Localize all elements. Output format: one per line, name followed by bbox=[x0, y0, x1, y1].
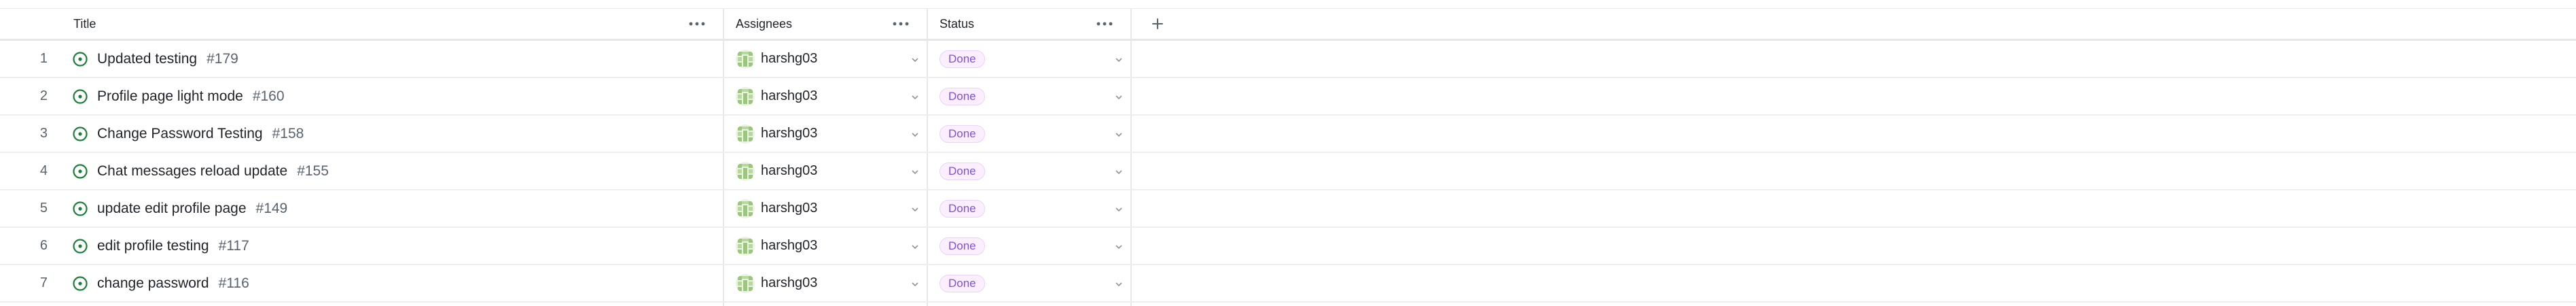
assignee-dropdown-chevron-down-icon[interactable] bbox=[910, 242, 920, 250]
issue-title-link[interactable]: edit profile testing #117 bbox=[97, 228, 249, 264]
avatar[interactable] bbox=[736, 274, 755, 293]
assignee-dropdown-chevron-down-icon[interactable] bbox=[910, 92, 920, 101]
issue-open-icon bbox=[72, 88, 88, 105]
status-badge: Done bbox=[940, 50, 985, 68]
row-number: 4 bbox=[39, 163, 48, 178]
issue-open-icon bbox=[72, 201, 88, 217]
status-dropdown-chevron-down-icon[interactable] bbox=[1114, 92, 1124, 101]
assignee-name: harshg03 bbox=[761, 201, 818, 216]
issue-title: change password bbox=[97, 275, 209, 291]
column-title-label: Title bbox=[73, 16, 96, 31]
row-number: 2 bbox=[39, 88, 48, 103]
table-row[interactable]: 4 Chat messages reload update #155 harsh… bbox=[0, 153, 2576, 190]
row-number: 5 bbox=[39, 201, 48, 216]
issue-open-icon bbox=[72, 238, 88, 254]
issue-open-icon bbox=[72, 163, 88, 180]
column-status-label: Status bbox=[940, 16, 975, 31]
issue-number: #117 bbox=[218, 237, 249, 254]
issue-title: Change Password Testing bbox=[97, 125, 263, 141]
issue-title: Chat messages reload update bbox=[97, 163, 288, 179]
assignee-name: harshg03 bbox=[761, 163, 818, 178]
project-table: Title Assignees Status 1 Updated testing… bbox=[0, 0, 2576, 306]
issue-number: #116 bbox=[218, 275, 249, 291]
status-badge: Done bbox=[940, 275, 985, 292]
status-dropdown-chevron-down-icon[interactable] bbox=[1114, 130, 1124, 138]
table-row[interactable]: 6 edit profile testing #117 harshg03 Don… bbox=[0, 228, 2576, 265]
issue-title-link[interactable]: change password #116 bbox=[97, 265, 249, 301]
row-number: 1 bbox=[39, 51, 48, 66]
row-number: 6 bbox=[39, 238, 48, 253]
status-badge: Done bbox=[940, 125, 985, 143]
row-number: 3 bbox=[39, 126, 48, 141]
issue-title-link[interactable]: update edit profile page #149 bbox=[97, 190, 287, 226]
assignee-name: harshg03 bbox=[761, 238, 818, 253]
assignee-name: harshg03 bbox=[761, 126, 818, 141]
column-header-status[interactable]: Status bbox=[940, 9, 974, 39]
issue-title-link[interactable]: Change Password Testing #158 bbox=[97, 116, 304, 152]
issue-title-link[interactable]: Updated testing #179 bbox=[97, 41, 238, 77]
issue-number: #179 bbox=[207, 50, 238, 67]
issue-title-link[interactable]: Chat messages reload update #155 bbox=[97, 153, 329, 189]
status-badge: Done bbox=[940, 200, 985, 218]
issue-title: edit profile testing bbox=[97, 237, 209, 254]
status-dropdown-chevron-down-icon[interactable] bbox=[1114, 55, 1124, 63]
assignee-name: harshg03 bbox=[761, 88, 818, 103]
column-assignees-label: Assignees bbox=[736, 16, 793, 31]
status-dropdown-chevron-down-icon[interactable] bbox=[1114, 167, 1124, 175]
issue-open-icon bbox=[72, 275, 88, 292]
assignee-dropdown-chevron-down-icon[interactable] bbox=[910, 130, 920, 138]
assignee-name: harshg03 bbox=[761, 275, 818, 290]
status-dropdown-chevron-down-icon[interactable] bbox=[1114, 279, 1124, 288]
issue-number: #158 bbox=[272, 125, 304, 141]
column-header-assignees[interactable]: Assignees bbox=[736, 9, 792, 39]
table-row[interactable]: 3 Change Password Testing #158 harshg03 … bbox=[0, 116, 2576, 153]
table-header: Title Assignees Status bbox=[0, 9, 2576, 41]
avatar[interactable] bbox=[736, 162, 755, 181]
avatar[interactable] bbox=[736, 124, 755, 143]
status-badge: Done bbox=[940, 88, 985, 105]
assignee-name: harshg03 bbox=[761, 51, 818, 66]
status-badge: Done bbox=[940, 237, 985, 255]
column-header-title[interactable]: Title bbox=[73, 9, 96, 39]
table-row[interactable]: 5 update edit profile page #149 harshg03… bbox=[0, 190, 2576, 228]
avatar[interactable] bbox=[736, 87, 755, 106]
title-column-menu-icon[interactable] bbox=[683, 9, 711, 39]
table-row[interactable]: 1 Updated testing #179 harshg03 Done bbox=[0, 41, 2576, 78]
assignee-dropdown-chevron-down-icon[interactable] bbox=[910, 279, 920, 288]
status-dropdown-chevron-down-icon[interactable] bbox=[1114, 242, 1124, 250]
status-badge: Done bbox=[940, 163, 985, 180]
row-number: 7 bbox=[39, 275, 48, 290]
avatar[interactable] bbox=[736, 237, 755, 256]
status-dropdown-chevron-down-icon[interactable] bbox=[1114, 205, 1124, 213]
table-row[interactable]: 7 change password #116 harshg03 Done bbox=[0, 265, 2576, 303]
issue-title: update edit profile page bbox=[97, 200, 247, 216]
assignees-column-menu-icon[interactable] bbox=[887, 9, 914, 39]
issue-title: Updated testing bbox=[97, 50, 198, 67]
issue-number: #160 bbox=[252, 88, 285, 104]
status-column-menu-icon[interactable] bbox=[1091, 9, 1118, 39]
issue-number: #155 bbox=[297, 163, 329, 179]
issue-number: #149 bbox=[255, 200, 288, 216]
table-row[interactable]: 2 Profile page light mode #160 harshg03 … bbox=[0, 78, 2576, 116]
assignee-dropdown-chevron-down-icon[interactable] bbox=[910, 55, 920, 63]
avatar[interactable] bbox=[736, 199, 755, 218]
assignee-dropdown-chevron-down-icon[interactable] bbox=[910, 205, 920, 213]
issue-open-icon bbox=[72, 51, 88, 67]
issue-open-icon bbox=[72, 126, 88, 142]
issue-title: Profile page light mode bbox=[97, 88, 243, 104]
issue-title-link[interactable]: Profile page light mode #160 bbox=[97, 78, 285, 114]
assignee-dropdown-chevron-down-icon[interactable] bbox=[910, 167, 920, 175]
add-field-icon[interactable] bbox=[1144, 9, 1171, 39]
avatar[interactable] bbox=[736, 50, 755, 69]
